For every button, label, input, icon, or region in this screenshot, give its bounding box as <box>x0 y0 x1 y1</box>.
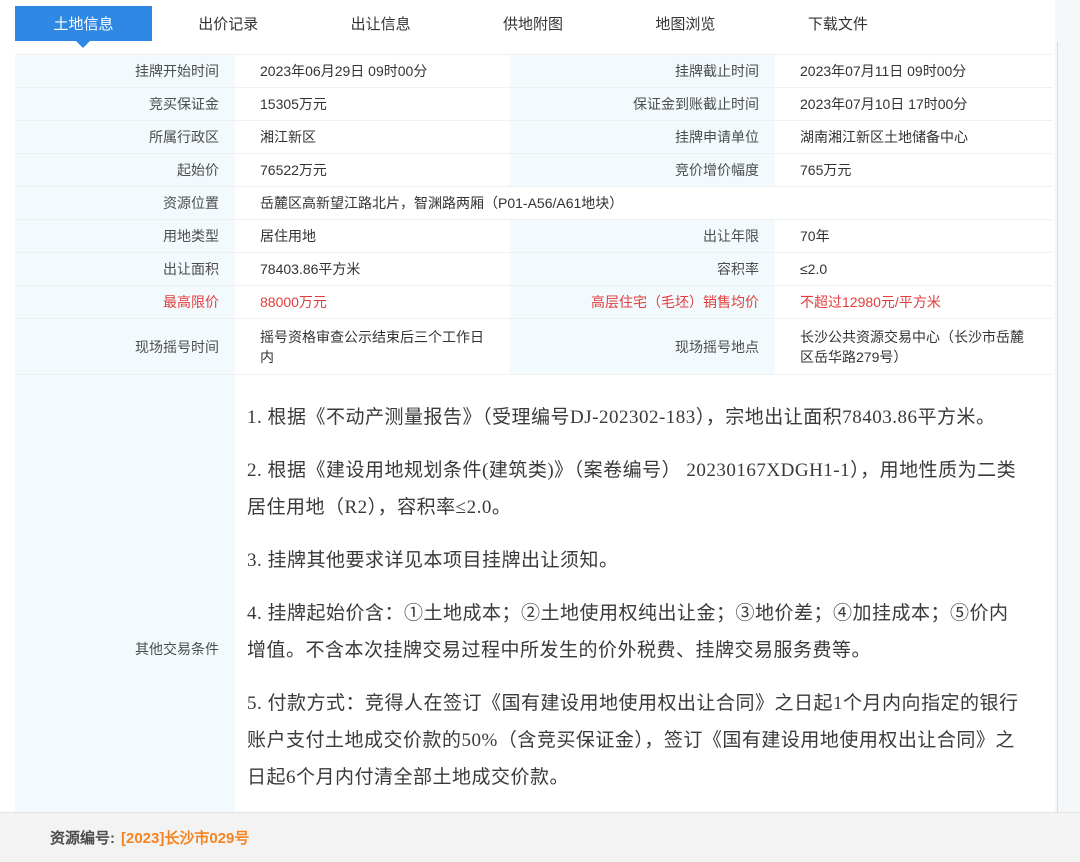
field-value: 2023年06月29日 09时00分 <box>235 55 510 87</box>
table-row-other-conditions: 其他交易条件 1. 根据《不动产测量报告》（受理编号DJ-202302-183）… <box>15 375 1052 812</box>
field-label: 竞买保证金 <box>15 88 235 120</box>
field-value: 湘江新区 <box>235 121 510 153</box>
field-value: 长沙公共资源交易中心（长沙市岳麓区岳华路279号） <box>775 319 1052 374</box>
field-label: 保证金到账截止时间 <box>510 88 775 120</box>
active-tab-pointer-icon <box>76 41 90 48</box>
table-row: 用地类型 居住用地 出让年限 70年 <box>15 220 1052 253</box>
table-row: 竞买保证金 15305万元 保证金到账截止时间 2023年07月10日 17时0… <box>15 88 1052 121</box>
field-value: 70年 <box>775 220 1052 252</box>
field-label: 所属行政区 <box>15 121 235 153</box>
field-value: 2023年07月10日 17时00分 <box>775 88 1052 120</box>
field-label: 挂牌开始时间 <box>15 55 235 87</box>
field-label: 起始价 <box>15 154 235 186</box>
tab-download-files[interactable]: 下载文件 <box>762 6 914 41</box>
field-label: 容积率 <box>510 253 775 285</box>
field-label: 出让年限 <box>510 220 775 252</box>
field-label: 高层住宅（毛坯）销售均价 <box>510 286 775 318</box>
field-value: 摇号资格审查公示结束后三个工作日内 <box>235 319 510 374</box>
field-value: 15305万元 <box>235 88 510 120</box>
field-label: 挂牌截止时间 <box>510 55 775 87</box>
table-row-price-limit: 最高限价 88000万元 高层住宅（毛坯）销售均价 不超过12980元/平方米 <box>15 286 1052 319</box>
footer-bar: 资源编号: [2023]长沙市029号 <box>0 812 1080 862</box>
table-row: 出让面积 78403.86平方米 容积率 ≤2.0 <box>15 253 1052 286</box>
scrollbar-track[interactable] <box>1057 42 1058 812</box>
field-label: 资源位置 <box>15 187 235 219</box>
other-conditions-text: 1. 根据《不动产测量报告》（受理编号DJ-202302-183），宗地出让面积… <box>235 375 1052 812</box>
table-row-location: 资源位置 岳麓区高新望江路北片，智渊路两厢（P01-A56/A61地块） <box>15 187 1052 220</box>
field-label: 竞价增价幅度 <box>510 154 775 186</box>
field-value: 岳麓区高新望江路北片，智渊路两厢（P01-A56/A61地块） <box>235 187 1052 219</box>
field-value: 78403.86平方米 <box>235 253 510 285</box>
tab-land-info[interactable]: 土地信息 <box>15 6 152 41</box>
field-label: 其他交易条件 <box>15 375 235 812</box>
field-value: 居住用地 <box>235 220 510 252</box>
tab-transfer-info[interactable]: 出让信息 <box>304 6 456 41</box>
tab-map-browse[interactable]: 地图浏览 <box>609 6 761 41</box>
field-value: 765万元 <box>775 154 1052 186</box>
table-row: 挂牌开始时间 2023年06月29日 09时00分 挂牌截止时间 2023年07… <box>15 55 1052 88</box>
tab-bid-records[interactable]: 出价记录 <box>152 6 304 41</box>
field-label: 挂牌申请单位 <box>510 121 775 153</box>
condition-item: 1. 根据《不动产测量报告》（受理编号DJ-202302-183），宗地出让面积… <box>247 399 1022 436</box>
condition-item: 4. 挂牌起始价含：①土地成本；②土地使用权纯出让金；③地价差；④加挂成本；⑤价… <box>247 595 1022 669</box>
resource-number-label: 资源编号: <box>50 827 115 848</box>
field-label: 现场摇号时间 <box>15 319 235 374</box>
field-value: 不超过12980元/平方米 <box>775 286 1052 318</box>
table-row: 起始价 76522万元 竞价增价幅度 765万元 <box>15 154 1052 187</box>
tab-bar: 土地信息 出价记录 出让信息 供地附图 地图浏览 下载文件 <box>0 0 1055 54</box>
field-label: 出让面积 <box>15 253 235 285</box>
field-value: 76522万元 <box>235 154 510 186</box>
land-info-table: 挂牌开始时间 2023年06月29日 09时00分 挂牌截止时间 2023年07… <box>15 54 1052 812</box>
page: 土地信息 出价记录 出让信息 供地附图 地图浏览 下载文件 挂牌开始时间 202… <box>0 0 1080 862</box>
field-value: ≤2.0 <box>775 253 1052 285</box>
condition-item: 2. 根据《建设用地规划条件(建筑类)》（案卷编号） 20230167XDGH1… <box>247 452 1022 526</box>
condition-item: 5. 付款方式：竞得人在签订《国有建设用地使用权出让合同》之日起1个月内向指定的… <box>247 685 1022 796</box>
field-label: 用地类型 <box>15 220 235 252</box>
condition-item: 3. 挂牌其他要求详见本项目挂牌出让须知。 <box>247 542 1022 579</box>
tab-supply-map[interactable]: 供地附图 <box>457 6 609 41</box>
content-card: 土地信息 出价记录 出让信息 供地附图 地图浏览 下载文件 挂牌开始时间 202… <box>0 0 1055 812</box>
tab-group: 出价记录 出让信息 供地附图 地图浏览 下载文件 <box>152 6 914 41</box>
field-label: 现场摇号地点 <box>510 319 775 374</box>
field-value: 2023年07月11日 09时00分 <box>775 55 1052 87</box>
resource-number-value: [2023]长沙市029号 <box>121 827 249 848</box>
field-label: 最高限价 <box>15 286 235 318</box>
table-row: 所属行政区 湘江新区 挂牌申请单位 湖南湘江新区土地储备中心 <box>15 121 1052 154</box>
field-value: 88000万元 <box>235 286 510 318</box>
table-row-lottery: 现场摇号时间 摇号资格审查公示结束后三个工作日内 现场摇号地点 长沙公共资源交易… <box>15 319 1052 375</box>
field-value: 湖南湘江新区土地储备中心 <box>775 121 1052 153</box>
